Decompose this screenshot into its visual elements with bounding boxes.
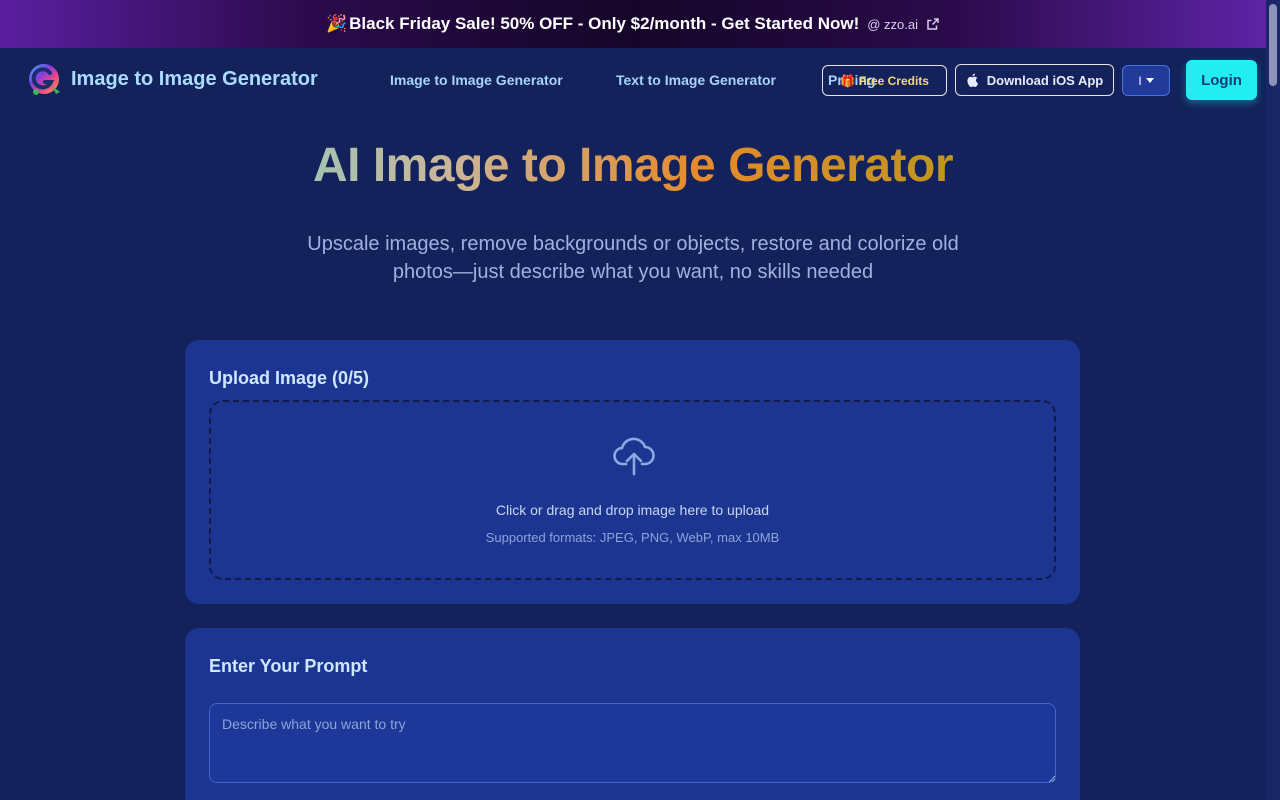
upload-instruction: Click or drag and drop image here to upl… <box>495 502 770 518</box>
cloud-upload-icon <box>613 437 655 476</box>
free-credits-label: Free Credits <box>858 73 929 88</box>
promo-banner[interactable]: 🎉 Black Friday Sale! 50% OFF - Only $2/m… <box>0 0 1266 48</box>
resize-handle-icon[interactable] <box>1048 775 1056 783</box>
page-scrollbar[interactable] <box>1266 0 1280 800</box>
language-label: I <box>1138 73 1142 88</box>
prompt-card: Enter Your Prompt <box>185 628 1080 800</box>
top-nav: Image to Image Generator Image to Image … <box>0 48 1266 112</box>
promo-text[interactable]: Black Friday Sale! 50% OFF - Only $2/mon… <box>349 14 859 34</box>
promo-source: @ zzo.ai <box>867 16 919 32</box>
download-ios-button[interactable]: Download iOS App <box>955 64 1114 96</box>
scrollbar-thumb[interactable] <box>1269 4 1277 86</box>
nav-link-text-to-image[interactable]: Text to Image Generator <box>616 72 776 88</box>
upload-title: Upload Image (0/5) <box>209 368 370 388</box>
language-selector[interactable]: I <box>1122 65 1170 96</box>
brand-name[interactable]: Image to Image Generator <box>71 68 318 91</box>
free-credits-button[interactable]: 🎁 Free Credits <box>822 65 947 96</box>
chevron-down-icon <box>1145 78 1154 83</box>
upload-dropzone[interactable]: Click or drag and drop image here to upl… <box>209 400 1056 580</box>
external-link-icon[interactable] <box>926 17 940 31</box>
upload-formats: Supported formats: JPEG, PNG, WebP, max … <box>485 530 780 545</box>
brand-logo-icon[interactable] <box>26 62 64 98</box>
upload-card: Upload Image (0/5) Click or drag and dro… <box>185 340 1080 604</box>
nav-link-image-to-image[interactable]: Image to Image Generator <box>390 72 563 88</box>
party-popper-icon: 🎉 <box>325 14 348 33</box>
apple-icon <box>967 73 978 87</box>
gift-icon: 🎁 <box>840 73 855 88</box>
page-title: AI Image to Image Generator <box>0 138 1266 193</box>
login-button[interactable]: Login <box>1186 60 1257 100</box>
prompt-input[interactable] <box>209 703 1056 783</box>
download-ios-label: Download iOS App <box>986 72 1104 88</box>
prompt-title: Enter Your Prompt <box>209 656 368 676</box>
page-subtitle: Upscale images, remove backgrounds or ob… <box>307 233 959 283</box>
